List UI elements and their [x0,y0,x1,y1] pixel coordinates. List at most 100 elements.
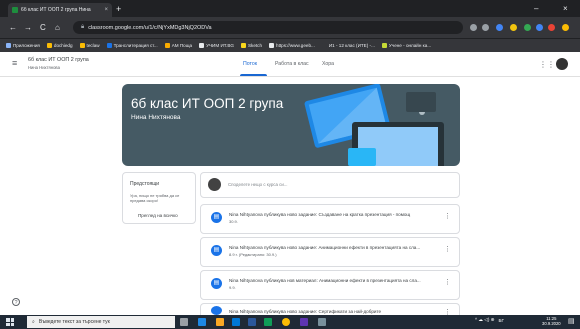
bookmark-icon [269,43,275,48]
profile-icon[interactable] [548,24,555,31]
bookmark-label: И1 - 12 клас (ИТЕ) -... [328,43,375,48]
windows-start-icon[interactable] [6,318,14,326]
bookmark-icon [106,43,112,48]
bookmark-item[interactable]: https://www.geeb... [269,43,315,48]
close-window-icon[interactable]: × [563,4,568,13]
share-placeholder: Споделете нещо с курса си... [228,182,288,187]
taskbar-search-icon: ⌕ [32,319,35,325]
post-date: 9.9. [229,285,236,290]
hamburger-menu-icon[interactable]: ≡ [12,59,17,68]
forward-icon[interactable]: → [24,23,32,32]
new-tab-button[interactable]: + [116,3,121,15]
tab-title: 6б клас ИТ ООП 2 група Нина [21,7,91,13]
notification-icon[interactable]: ▤ [568,317,575,325]
stream-post[interactable] [200,270,460,300]
language-indicator[interactable]: БГ [499,318,505,323]
address-bar[interactable]: 🔒︎ classroom.google.com/u/1/c/NjYxMDg3Nj… [73,21,463,34]
store-icon[interactable] [232,318,240,326]
file-explorer-icon[interactable] [216,318,224,326]
bookmark-label: teclaw [86,43,100,48]
reload-icon[interactable]: C [40,23,46,32]
post-menu-icon[interactable]: ⋮ [444,246,451,253]
view-all-link[interactable]: Преглед на всичко [138,213,178,218]
banner-class-title: 6б клас ИТ ООП 2 група [131,96,284,111]
bookmark-icon [199,43,205,48]
tab-classwork[interactable]: Работа в клас [275,61,309,67]
upcoming-empty-text: Ура, нищо не трябва да се предава скоро! [130,193,180,203]
post-menu-icon[interactable]: ⋮ [444,279,451,286]
bookmark-item[interactable]: УЧИМ ИТ.BG [199,43,234,48]
app-icon-2[interactable] [318,318,326,326]
menu-icon[interactable] [562,24,569,31]
star-icon[interactable] [482,24,489,31]
taskbar-clock[interactable]: 11:25 30.9.2020 [542,316,561,326]
lock-icon: 🔒︎ [81,24,85,30]
classroom-favicon-icon [12,7,18,13]
bookmark-label: Учене - онлайн ка... [388,43,432,48]
bookmarks-bar: Приложения dochiedg teclaw Транслитерация с… [0,38,580,52]
material-icon: ▤ [211,278,222,289]
bookmark-item[interactable]: teclaw [79,43,100,48]
bookmark-label: Транслитерация ст... [113,43,158,48]
search-icon[interactable] [470,24,477,31]
minimize-icon[interactable]: – [534,4,538,13]
bookmark-item[interactable]: Sketch [240,43,263,48]
post-title: Nina Nihtyanova публикува нов материал: … [229,278,421,283]
bookmark-label: dochiedg [53,43,73,48]
tray-icons[interactable]: ^ ☁ ◁) ⊕ [475,317,495,323]
assignment-icon [211,306,222,315]
post-date: 8.9 г. (Редактирано: 30.9.) [229,252,277,257]
bookmark-icon [79,43,85,48]
extension-icon-2[interactable] [510,24,517,31]
extension-icon[interactable] [496,24,503,31]
tab-people[interactable]: Хора [322,61,334,67]
bookmark-item[interactable]: Приложения [6,43,40,48]
user-avatar [208,178,221,191]
bookmark-item[interactable]: Учене - онлайн ка... [381,43,432,48]
tab-stream[interactable]: Поток [243,61,257,67]
post-title: Nina Nihtyanova публикува ново задание: … [229,212,411,217]
system-tray[interactable]: ^ ☁ ◁) ⊕ БГ [475,317,504,323]
upcoming-title: Предстоящи [130,181,160,187]
bookmark-item[interactable]: И1 - 12 клас (ИТЕ) -... [321,43,375,48]
clock-date: 30.9.2020 [542,321,561,326]
assignment-icon: ▤ [211,245,222,256]
bookmark-icon [381,43,387,48]
app-icon[interactable] [264,318,272,326]
bookmark-label: https://www.geeb... [276,43,315,48]
bookmark-item[interactable]: dochiedg [46,43,73,48]
banner-teacher-name: Нина Нихтянова [131,114,181,121]
url-text: classroom.google.com/u/1/c/NjYxMDg3NjQ2O… [88,24,212,31]
class-title[interactable]: 6б клас ИТ ООП 2 група [28,57,89,63]
post-title: Nina Nihtyanova публикува ново задание: … [229,309,382,314]
edge-icon[interactable] [198,318,206,326]
bookmark-item[interactable]: Транслитерация ст... [106,43,158,48]
back-icon[interactable]: ← [9,23,17,32]
bookmark-icon [6,43,11,48]
viber-icon[interactable] [300,318,308,326]
taskbar-search[interactable]: ⌕ Въведете текст за търсене тук [27,316,175,328]
tab-close-icon[interactable]: × [104,7,108,13]
bookmark-icon [46,43,52,48]
task-view-icon[interactable] [180,318,188,326]
assignment-icon: ▤ [211,212,222,223]
extension-icon-4[interactable] [536,24,543,31]
taskbar-search-placeholder: Въведете текст за търсене тук [38,319,110,325]
bookmark-icon [321,43,327,48]
bookmark-label: Sketch [247,43,263,48]
class-teacher: Нина Нихтянова [28,65,60,70]
help-icon[interactable]: ? [12,298,20,306]
extension-icon-3[interactable] [524,24,531,31]
stream-post[interactable] [200,204,460,234]
apps-grid-icon[interactable]: ⋮⋮ [539,60,555,69]
word-icon[interactable] [248,318,256,326]
home-icon[interactable]: ⌂ [55,23,60,32]
bookmark-item[interactable]: АМ Поща [164,43,192,48]
post-menu-icon[interactable]: ⋮ [444,213,451,220]
post-date: 30.9. [229,219,238,224]
browser-tab[interactable]: 6б клас ИТ ООП 2 група Нина × [8,3,112,17]
bookmark-label: УЧИМ ИТ.BG [206,43,234,48]
post-title: Nina Nihtyanova публикува ново задание: … [229,245,421,250]
chrome-icon[interactable] [282,318,290,326]
account-avatar[interactable] [556,58,568,70]
